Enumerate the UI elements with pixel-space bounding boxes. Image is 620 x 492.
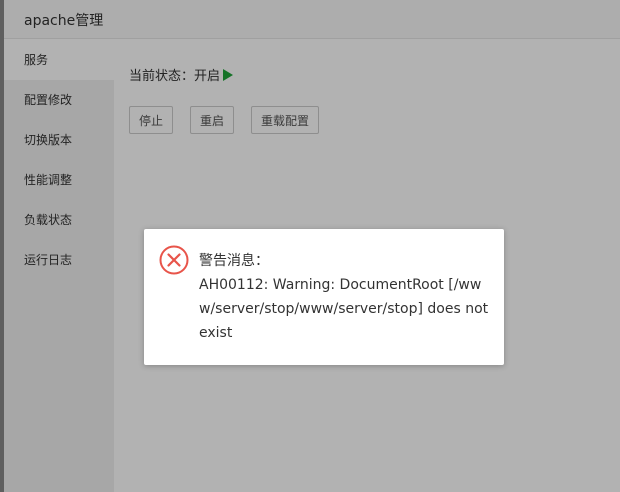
dialog-message: 警告消息： AH00112: Warning: DocumentRoot [/w…	[199, 249, 489, 345]
warning-dialog: 警告消息： AH00112: Warning: DocumentRoot [/w…	[144, 229, 504, 365]
dialog-body: AH00112: Warning: DocumentRoot [/www/ser…	[199, 277, 489, 341]
error-icon	[159, 245, 189, 275]
dialog-title: 警告消息：	[199, 253, 269, 269]
